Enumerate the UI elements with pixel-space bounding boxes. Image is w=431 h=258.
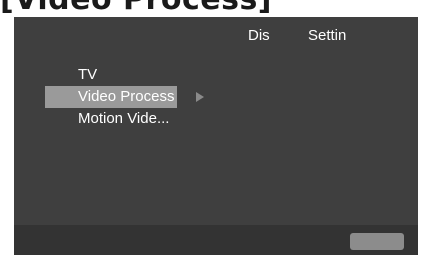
menu-item-label: TV [78,66,98,83]
bottom-bar [14,225,418,255]
osd-menu-screen: Dis Settin TV Video Process Motion Vide.… [14,17,418,255]
menu-item-label: Video Process [45,86,178,108]
tab-display[interactable]: Dis [248,26,270,46]
menu-list: TV Video Process Motion Vide... [45,64,245,130]
menu-item-motion-video[interactable]: Motion Vide... [45,108,245,130]
triangle-right-icon [196,92,204,102]
top-tab-bar: Dis Settin [14,26,418,46]
menu-item-tv[interactable]: TV [45,64,245,86]
menu-item-label: Motion Vide... [78,110,170,127]
menu-item-video-process[interactable]: Video Process [45,86,245,108]
page: [Video Process] Dis Settin TV Video Proc… [0,0,431,258]
page-heading: [Video Process] [0,0,272,17]
tab-settings[interactable]: Settin [308,26,346,46]
bottom-action-button[interactable] [350,233,404,250]
